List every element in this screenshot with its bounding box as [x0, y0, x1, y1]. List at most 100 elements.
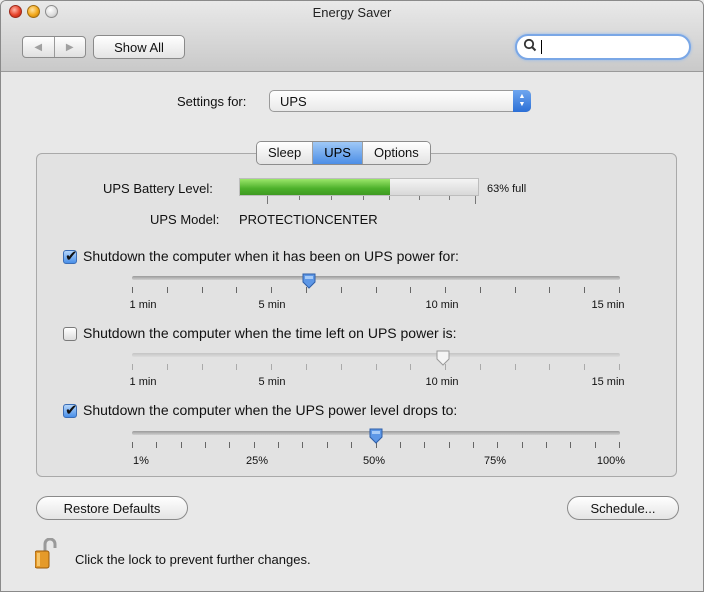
settings-for-value: UPS [280, 94, 307, 109]
slider-tick [351, 442, 352, 448]
battery-tick [389, 196, 390, 200]
shutdown-time-left-checkbox[interactable] [63, 327, 77, 341]
slider-tick [549, 364, 550, 370]
time-left-slider-track[interactable] [132, 353, 620, 357]
slider-tick [473, 442, 474, 448]
slider-tick [181, 442, 182, 448]
slider-tick [449, 442, 450, 448]
power-level-tick-label: 1% [133, 455, 149, 467]
slider-tick [236, 364, 237, 370]
slider-tick [202, 287, 203, 293]
slider-tick [515, 287, 516, 293]
shutdown-time-left-label: Shutdown the computer when the time left… [83, 325, 457, 341]
slider-tick [341, 287, 342, 293]
slider-tick [271, 287, 272, 293]
slider-tick [584, 364, 585, 370]
time-left-tick-label: 5 min [258, 376, 286, 388]
ups-time-slider-track[interactable] [132, 276, 620, 280]
slider-tick [132, 364, 133, 370]
battery-level-ticks [239, 196, 479, 204]
battery-tick [331, 196, 332, 200]
ups-model-label: UPS Model: [150, 212, 220, 227]
power-level-slider-thumb[interactable] [369, 428, 383, 444]
slider-tick [546, 442, 547, 448]
slider-tick [480, 287, 481, 293]
lock-icon[interactable] [34, 537, 57, 569]
time-left-tick-label: 1 min [129, 376, 157, 388]
back-forward-control[interactable]: ◀ ▶ [22, 36, 86, 58]
slider-tick [278, 442, 279, 448]
slider-tick [236, 287, 237, 293]
schedule-button[interactable]: Schedule... [567, 496, 679, 520]
battery-tick [299, 196, 300, 200]
ups-time-slider-thumb[interactable] [302, 273, 316, 289]
text-cursor [541, 40, 542, 54]
search-icon [523, 37, 537, 56]
back-arrow-icon[interactable]: ◀ [23, 37, 55, 57]
shutdown-power-level-label: Shutdown the computer when the UPS power… [83, 402, 458, 418]
shutdown-on-ups-time-checkbox[interactable] [63, 247, 78, 265]
time-left-tick-label: 15 min [591, 376, 625, 388]
time-left-slider-ticks [132, 364, 620, 371]
battery-percent-text: 63% full [487, 183, 527, 195]
slider-tick [156, 442, 157, 448]
ups-time-tick-label: 10 min [425, 299, 459, 311]
slider-tick [376, 364, 377, 370]
settings-for-label: Settings for: [177, 94, 247, 109]
slider-tick [410, 364, 411, 370]
battery-level-fill [240, 179, 390, 195]
slider-tick [619, 287, 620, 293]
ups-time-tick-label: 5 min [258, 299, 286, 311]
slider-tick [229, 442, 230, 448]
settings-for-popup[interactable]: UPS ▲ ▼ [269, 90, 531, 112]
window-title: Energy Saver [312, 5, 392, 20]
battery-tick [267, 196, 268, 204]
slider-tick [376, 287, 377, 293]
slider-tick [522, 442, 523, 448]
slider-tick [619, 442, 620, 448]
slider-tick [254, 442, 255, 448]
battery-tick [449, 196, 450, 200]
popup-arrows-icon: ▲ ▼ [513, 90, 531, 112]
slider-tick [306, 364, 307, 370]
ups-time-slider-ticks [132, 287, 620, 294]
slider-tick [584, 287, 585, 293]
battery-level-bar [239, 178, 479, 196]
slider-tick [515, 364, 516, 370]
slider-tick [410, 287, 411, 293]
power-level-tick-label: 75% [483, 455, 507, 467]
slider-tick [132, 442, 133, 448]
slider-tick [132, 287, 133, 293]
show-all-button[interactable]: Show All [93, 35, 185, 59]
tab-ups[interactable]: UPS [313, 142, 363, 164]
search-field[interactable] [515, 34, 691, 60]
battery-tick [475, 196, 476, 204]
power-level-tick-label: 100% [596, 455, 626, 467]
slider-tick [205, 442, 206, 448]
slider-tick [480, 364, 481, 370]
shutdown-power-level-checkbox[interactable] [63, 401, 78, 419]
time-left-tick-label: 10 min [425, 376, 459, 388]
ups-time-tick-label: 1 min [129, 299, 157, 311]
slider-tick [549, 287, 550, 293]
slider-tick [497, 442, 498, 448]
power-level-tick-label: 25% [245, 455, 269, 467]
slider-tick [595, 442, 596, 448]
title-bar: Energy Saver ◀ ▶ Show All [1, 1, 703, 72]
time-left-slider-thumb[interactable] [436, 350, 450, 366]
energy-saver-window: Energy Saver ◀ ▶ Show All Settings for: … [0, 0, 704, 592]
ups-time-tick-label: 15 min [591, 299, 625, 311]
forward-arrow-icon[interactable]: ▶ [55, 37, 86, 57]
slider-tick [302, 442, 303, 448]
slider-tick [167, 364, 168, 370]
battery-tick [363, 196, 364, 200]
slider-tick [570, 442, 571, 448]
slider-tick [619, 364, 620, 370]
slider-tick [271, 364, 272, 370]
lock-message: Click the lock to prevent further change… [75, 552, 311, 567]
restore-defaults-button[interactable]: Restore Defaults [36, 496, 188, 520]
slider-tick [167, 287, 168, 293]
power-level-tick-label: 50% [362, 455, 386, 467]
tab-options[interactable]: Options [362, 142, 430, 164]
tab-sleep[interactable]: Sleep [257, 142, 314, 164]
